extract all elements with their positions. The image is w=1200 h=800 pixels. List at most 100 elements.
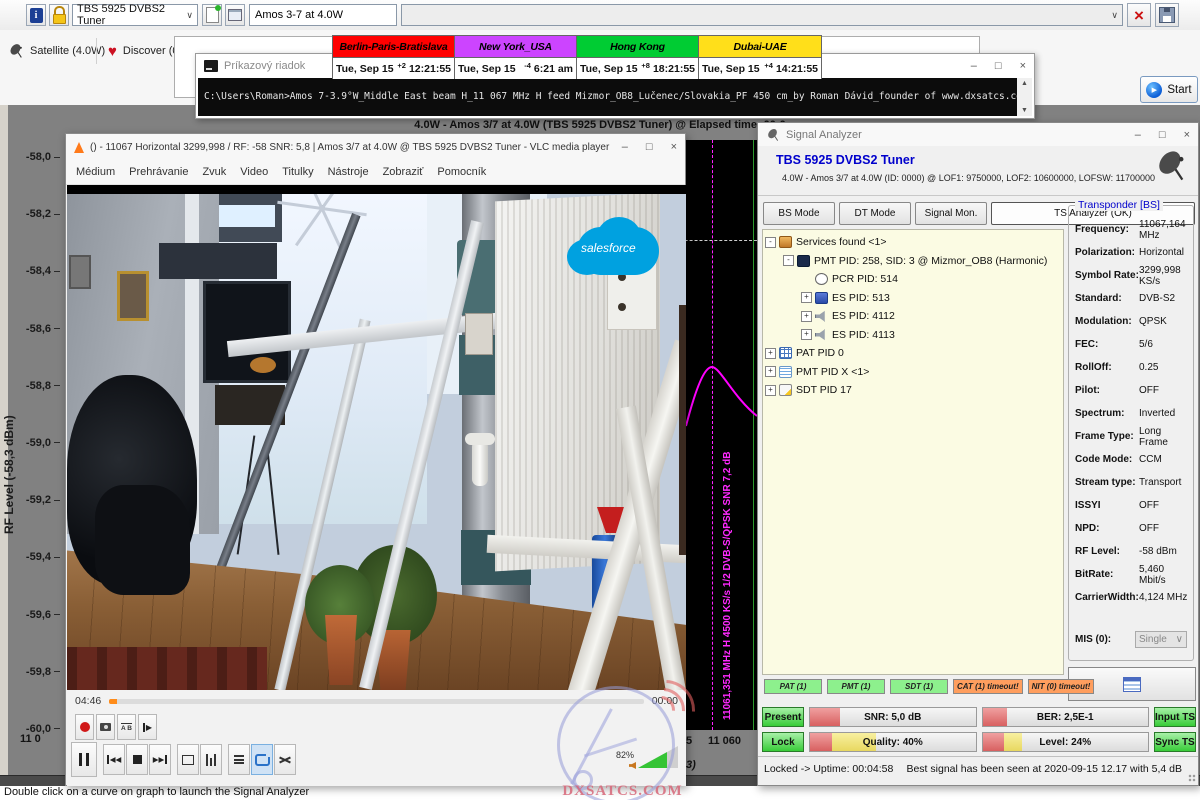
next-button[interactable]: ▶▶ bbox=[149, 744, 171, 775]
tree-expander[interactable]: + bbox=[801, 311, 812, 322]
analyzer-titlebar[interactable]: Signal Analyzer – □ × bbox=[758, 123, 1198, 146]
vlc-menu-item[interactable]: Zobraziť bbox=[383, 166, 424, 178]
lock-indicator: Lock bbox=[762, 732, 804, 752]
y-tick: -58,2 bbox=[8, 208, 60, 220]
clock-utc-offset: +8 bbox=[641, 61, 650, 70]
volume-slider[interactable] bbox=[638, 746, 678, 768]
frame-step-button[interactable]: ▶ bbox=[138, 714, 157, 740]
maximize-button[interactable]: □ bbox=[1159, 129, 1166, 141]
loop-icon bbox=[255, 754, 270, 766]
playlist-button[interactable] bbox=[228, 744, 250, 775]
new-page-button[interactable] bbox=[202, 4, 222, 26]
tree-row[interactable]: + PMT PID X <1> bbox=[763, 363, 1063, 382]
mode-button[interactable]: DT Mode bbox=[839, 202, 911, 225]
resize-grip[interactable] bbox=[1188, 774, 1196, 782]
tree-expander[interactable]: - bbox=[783, 255, 794, 266]
save-button[interactable] bbox=[1155, 3, 1179, 27]
transponder-row: BitRate: 5,460 Mbit/s bbox=[1069, 563, 1193, 586]
tree-node-icon bbox=[815, 310, 828, 322]
vlc-menu-item[interactable]: Nástroje bbox=[328, 166, 369, 178]
tree-row[interactable]: - PMT PID: 258, SID: 3 @ Mizmor_OB8 (Har… bbox=[763, 252, 1063, 271]
previous-icon: ◀◀ bbox=[110, 755, 122, 764]
info-button[interactable]: i bbox=[26, 4, 46, 26]
tree-row[interactable]: + SDT PID 17 bbox=[763, 381, 1063, 400]
lock-button[interactable] bbox=[49, 4, 69, 26]
minimize-button[interactable]: – bbox=[971, 60, 977, 72]
vlc-menu-item[interactable]: Video bbox=[240, 166, 268, 178]
minimize-button[interactable]: – bbox=[622, 141, 628, 153]
input-ts-button[interactable]: Input TS bbox=[1154, 707, 1196, 727]
tuner-dropdown-value: TBS 5925 DVBS2 Tuner bbox=[77, 3, 182, 27]
vlc-menu-item[interactable]: Zvuk bbox=[202, 166, 226, 178]
tree-row[interactable]: + PAT PID 0 bbox=[763, 344, 1063, 363]
vlc-menu-item[interactable]: Prehrávanie bbox=[129, 166, 188, 178]
snapshot-button[interactable] bbox=[96, 714, 115, 740]
chevron-down-icon: ∨ bbox=[1176, 634, 1183, 645]
maximize-button[interactable]: □ bbox=[995, 60, 1002, 72]
list-icon bbox=[1123, 677, 1141, 692]
chevron-down-icon: ∨ bbox=[1111, 10, 1118, 21]
vlc-menu-item[interactable]: Médium bbox=[76, 166, 115, 178]
loop-button[interactable] bbox=[251, 744, 273, 775]
close-button[interactable]: × bbox=[1184, 129, 1190, 141]
tree-expander[interactable]: - bbox=[765, 237, 776, 248]
save-icon bbox=[1159, 7, 1175, 23]
transponder-field-value: Inverted bbox=[1139, 408, 1175, 419]
tuner-dropdown[interactable]: TBS 5925 DVBS2 Tuner ∨ bbox=[72, 4, 198, 26]
mode-button[interactable]: BS Mode bbox=[763, 202, 835, 225]
vlc-titlebar[interactable]: () - 11067 Horizontal 3299,998 / RF: -58… bbox=[66, 134, 685, 160]
best-signal-status: Best signal has been seen at 2020-09-15 … bbox=[906, 763, 1198, 775]
main-toolbar: i TBS 5925 DVBS2 Tuner ∨ ∨ × bbox=[0, 0, 1200, 31]
tree-row[interactable]: + ES PID: 4113 bbox=[763, 326, 1063, 345]
cmd-scrollbar[interactable]: ▲ ▼ bbox=[1017, 78, 1032, 116]
tree-row[interactable]: + ES PID: 4112 bbox=[763, 307, 1063, 326]
satellite-button[interactable]: Satellite (4.0W) bbox=[8, 38, 105, 64]
settings-button[interactable] bbox=[200, 744, 222, 775]
fullscreen-button[interactable] bbox=[177, 744, 199, 775]
discover-button[interactable]: ♥ Discover (0) bbox=[108, 38, 182, 64]
close-button[interactable]: × bbox=[1020, 60, 1026, 72]
mis-dropdown[interactable]: Single ∨ bbox=[1135, 631, 1187, 648]
vlc-menu-item[interactable]: Pomocník bbox=[437, 166, 486, 178]
tree-row[interactable]: - Services found <1> bbox=[763, 233, 1063, 252]
preset-dropdown[interactable]: ∨ bbox=[401, 4, 1123, 26]
ab-loop-button[interactable]: A B bbox=[117, 714, 136, 740]
clock-panel: Dubai-UAE Tue, Sep 15 +4 14:21:55 bbox=[699, 36, 821, 79]
channel-field[interactable] bbox=[249, 4, 397, 26]
tree-expander[interactable]: + bbox=[765, 366, 776, 377]
tree-row[interactable]: PCR PID: 514 bbox=[763, 270, 1063, 289]
tree-expander[interactable]: + bbox=[801, 329, 812, 340]
tree-expander[interactable]: + bbox=[765, 385, 776, 396]
stop-button[interactable] bbox=[126, 744, 148, 775]
close-button[interactable]: × bbox=[671, 141, 677, 153]
maximize-button[interactable]: □ bbox=[646, 141, 653, 153]
vlc-window: () - 11067 Horizontal 3299,998 / RF: -58… bbox=[65, 133, 686, 786]
transponder-field-label: Stream type: bbox=[1075, 477, 1139, 488]
transponder-field-value: Transport bbox=[1139, 477, 1181, 488]
mode-button[interactable]: Signal Mon. bbox=[915, 202, 987, 225]
shuffle-button[interactable] bbox=[274, 744, 296, 775]
snr-meter: SNR: 5,0 dB bbox=[809, 707, 977, 727]
scroll-up-icon[interactable]: ▲ bbox=[1021, 80, 1028, 87]
sync-ts-button[interactable]: Sync TS bbox=[1154, 732, 1196, 752]
transponder-field-label: Modulation: bbox=[1075, 316, 1139, 327]
satellite-button-label: Satellite (4.0W) bbox=[30, 45, 105, 57]
tree-expander[interactable]: + bbox=[801, 292, 812, 303]
status-chip: NIT (0) timeout! bbox=[1028, 679, 1095, 694]
scroll-down-icon[interactable]: ▼ bbox=[1021, 107, 1028, 114]
previous-button[interactable]: ◀◀ bbox=[103, 744, 125, 775]
minimize-button[interactable]: – bbox=[1135, 129, 1141, 141]
start-button-label: Start bbox=[1167, 84, 1191, 96]
start-button[interactable]: ▶ Start bbox=[1140, 76, 1198, 103]
tree-row[interactable]: + ES PID: 513 bbox=[763, 289, 1063, 308]
transponder-field-value: 3299,998 KS/s bbox=[1139, 265, 1189, 287]
vlc-menu-item[interactable]: Titulky bbox=[282, 166, 313, 178]
tree-expander[interactable]: + bbox=[765, 348, 776, 359]
pause-button[interactable] bbox=[71, 742, 97, 777]
delete-button[interactable]: × bbox=[1127, 3, 1151, 27]
status-chip: CAT (1) timeout! bbox=[953, 679, 1023, 694]
monitor-button[interactable] bbox=[225, 4, 245, 26]
record-button[interactable] bbox=[75, 714, 94, 740]
seek-bar[interactable] bbox=[109, 699, 644, 704]
transponder-field-label: Frequency: bbox=[1075, 224, 1139, 235]
